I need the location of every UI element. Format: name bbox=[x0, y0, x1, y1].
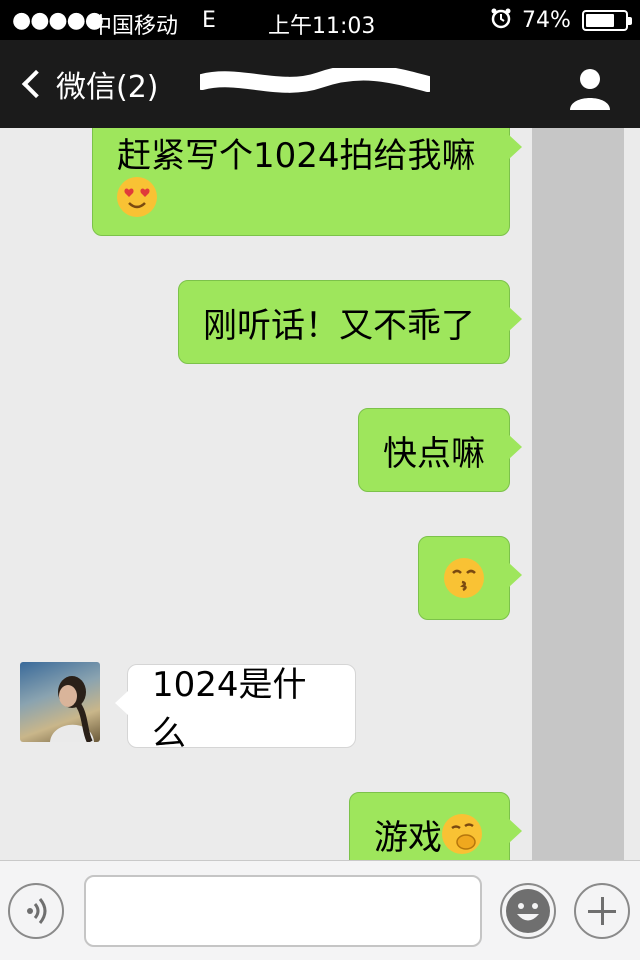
message-text: 刚听话！又不乖了 bbox=[203, 305, 475, 346]
battery-percentage: 74% bbox=[522, 8, 571, 33]
message-text: 赶紧写个1024拍给我嘛 bbox=[117, 135, 476, 176]
message-text: 快点嘛 bbox=[383, 433, 485, 474]
message-text: 1024是什么 bbox=[152, 665, 307, 754]
kissing-emoji-icon bbox=[444, 558, 484, 598]
message-bubble-sent[interactable]: 刚听话！又不乖了 bbox=[178, 280, 522, 364]
back-button[interactable]: 微信(2) bbox=[18, 62, 159, 106]
voice-input-button[interactable] bbox=[8, 883, 64, 939]
network-type: E bbox=[202, 8, 216, 33]
message-list[interactable]: 赶紧写个1024拍给我嘛 刚听话！又不乖了 快点嘛 1024是什么 游戏 bbox=[0, 128, 640, 860]
message-bubble-sent[interactable]: 游戏 bbox=[349, 792, 522, 860]
status-time: 上午11:03 bbox=[268, 14, 376, 39]
back-button-label: 微信(2) bbox=[56, 70, 159, 105]
chevron-left-icon bbox=[21, 69, 51, 99]
message-text: 游戏 bbox=[374, 817, 442, 858]
smiley-icon bbox=[506, 889, 550, 933]
message-input[interactable] bbox=[84, 875, 482, 947]
voice-icon bbox=[27, 898, 47, 924]
scroll-overlay bbox=[532, 128, 624, 860]
more-options-button[interactable] bbox=[574, 883, 630, 939]
navigation-bar: 微信(2) bbox=[0, 40, 640, 128]
battery-tip bbox=[628, 17, 632, 25]
chat-screen: ●●●●● 中国移动 E 上午11:03 74% 微信(2) 赶紧写个1024拍… bbox=[0, 0, 640, 960]
shy-hand-emoji-icon bbox=[442, 814, 482, 854]
battery-level-fill bbox=[586, 14, 614, 27]
redaction-scribble bbox=[200, 68, 430, 93]
person-icon bbox=[570, 69, 610, 110]
avatar-portrait bbox=[50, 676, 94, 742]
message-bubble-sent[interactable] bbox=[418, 536, 522, 620]
message-bubble-received[interactable]: 1024是什么 bbox=[115, 664, 356, 754]
contact-avatar[interactable] bbox=[20, 662, 100, 742]
message-bubble-sent[interactable]: 赶紧写个1024拍给我嘛 bbox=[92, 128, 522, 236]
heart-eyes-emoji-icon bbox=[117, 176, 157, 217]
status-bar: ●●●●● 中国移动 E 上午11:03 74% bbox=[0, 0, 640, 40]
emoji-picker-button[interactable] bbox=[500, 883, 556, 939]
chat-title bbox=[200, 62, 440, 106]
battery-icon bbox=[582, 10, 632, 31]
input-bar bbox=[0, 860, 640, 960]
carrier-name: 中国移动 bbox=[90, 14, 179, 39]
contact-profile-button[interactable] bbox=[566, 64, 614, 112]
alarm-clock-icon bbox=[490, 7, 512, 35]
message-bubble-sent[interactable]: 快点嘛 bbox=[358, 408, 522, 492]
